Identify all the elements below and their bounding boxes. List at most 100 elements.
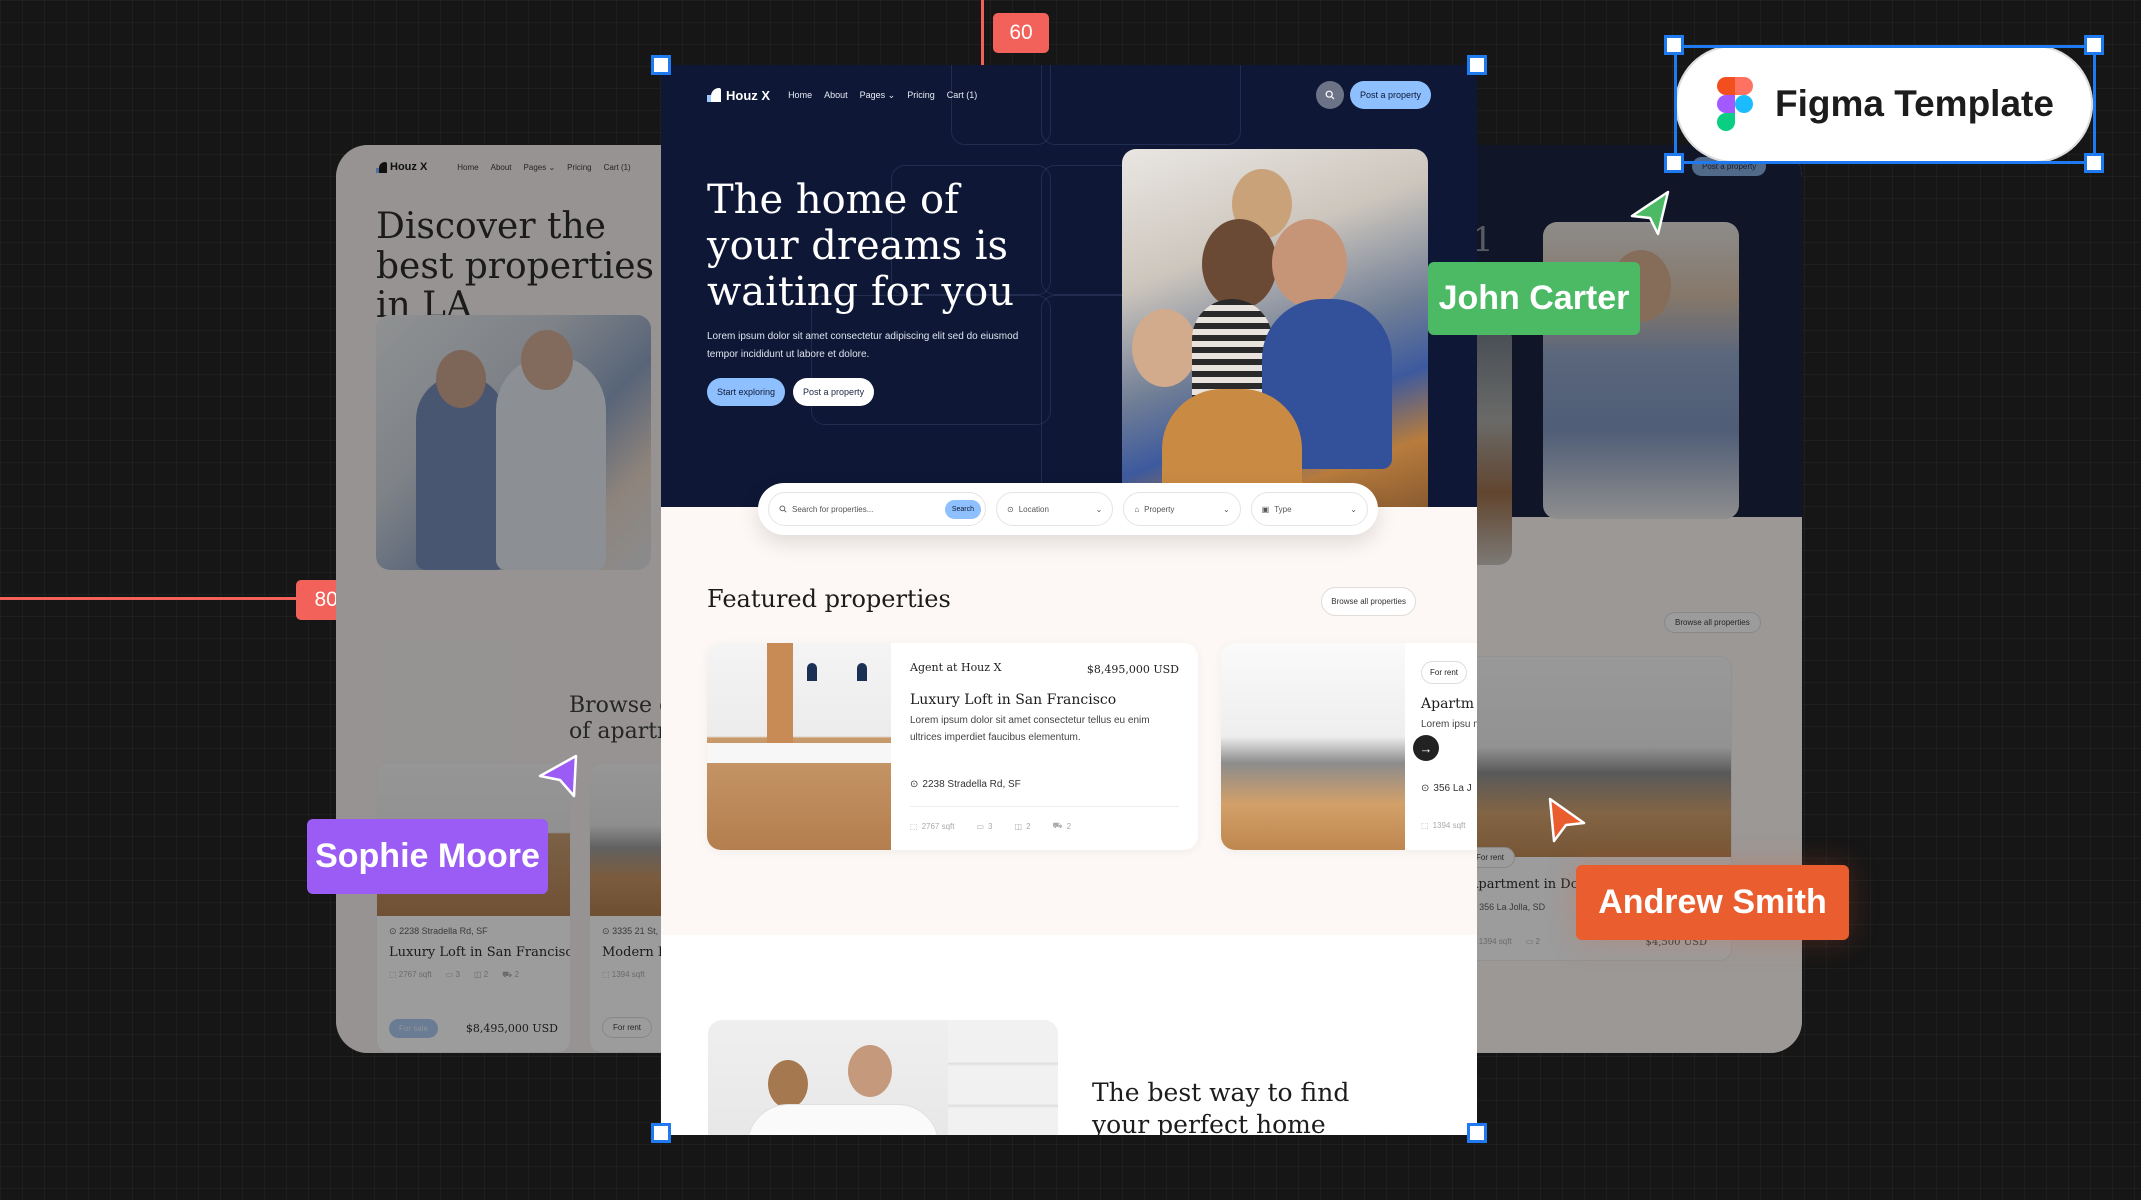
bath-icon: ◫ bbox=[1014, 821, 1023, 831]
preview-browse-all-button: Browse all properties bbox=[1664, 612, 1761, 633]
type-select-label: Type bbox=[1274, 504, 1292, 514]
search-bar: Search for properties... Search ⊙ Locati… bbox=[758, 483, 1378, 535]
figma-template-badge: Figma Template bbox=[1675, 45, 2093, 163]
main-page-frame[interactable]: Houz X Home About Pages ⌄ Pricing Cart (… bbox=[661, 65, 1477, 1135]
collaborator-label-sophie-moore: Sophie Moore bbox=[307, 819, 548, 894]
couple-dancing-photo bbox=[708, 1020, 1058, 1135]
location-pin-icon: ⊙ bbox=[910, 779, 919, 790]
chevron-down-icon: ⌄ bbox=[1350, 504, 1357, 514]
hero-section: Houz X Home About Pages ⌄ Pricing Cart (… bbox=[661, 65, 1477, 507]
nav-pages[interactable]: Pages ⌄ bbox=[860, 90, 896, 101]
collaborator-label-andrew-smith: Andrew Smith bbox=[1576, 865, 1849, 940]
bed-stat: ▭ 2 bbox=[1525, 937, 1540, 946]
search-icon bbox=[779, 505, 787, 513]
sqft-text: 1394 sqft bbox=[611, 970, 645, 979]
resize-handle-top-left[interactable] bbox=[651, 55, 671, 75]
carousel-next-button[interactable]: → bbox=[1413, 735, 1439, 761]
resize-handle-top-right[interactable] bbox=[1467, 55, 1487, 75]
home-icon: ⌂ bbox=[1134, 504, 1140, 514]
logo-mark-icon bbox=[707, 88, 721, 102]
search-input[interactable]: Search for properties... Search bbox=[768, 492, 986, 526]
post-property-nav-button[interactable]: Post a property bbox=[1349, 81, 1431, 109]
start-exploring-button[interactable]: Start exploring bbox=[707, 378, 786, 406]
preview-nav-cart: Cart (1) bbox=[603, 162, 631, 172]
chevron-down-icon: ⌄ bbox=[1095, 504, 1103, 514]
family-hero-photo bbox=[1122, 149, 1428, 507]
nav-cart[interactable]: Cart (1) bbox=[947, 90, 978, 101]
nav-about[interactable]: About bbox=[824, 90, 848, 101]
for-sale-tag: For sale bbox=[389, 1019, 438, 1038]
search-submit-button[interactable]: Search bbox=[944, 499, 981, 519]
property-address: ⊙ 2238 Stradella Rd, SF bbox=[377, 916, 570, 937]
car-icon: ⛟ bbox=[1052, 821, 1063, 830]
preview-property-card[interactable]: ⊙ 2238 Stradella Rd, SF Luxury Loft in S… bbox=[376, 763, 571, 1053]
property-price: $8,495,000 USD bbox=[465, 1022, 558, 1035]
search-placeholder: Search for properties... bbox=[792, 504, 874, 514]
preview-nav: Houz X Home About Pages ⌄ Pricing Cart (… bbox=[376, 161, 631, 173]
john-carter-cursor-icon bbox=[1630, 190, 1670, 236]
hero-title: The home of your dreams is waiting for y… bbox=[707, 177, 1014, 315]
top-nav: Houz X Home About Pages ⌄ Pricing Cart (… bbox=[707, 81, 1431, 109]
sqft-text: 2767 sqft bbox=[398, 970, 432, 979]
nav-pricing[interactable]: Pricing bbox=[907, 90, 935, 101]
bed-stat: ▭ 3 bbox=[976, 821, 992, 831]
figma-template-label: Figma Template bbox=[1775, 83, 2054, 124]
location-pin-icon: ⊙ bbox=[389, 926, 397, 936]
address-text: 3335 21 St, S bbox=[612, 926, 667, 936]
search-button[interactable] bbox=[1315, 81, 1344, 109]
resize-handle-bottom-right[interactable] bbox=[1467, 1123, 1487, 1143]
preview-nav-pages: Pages ⌄ bbox=[524, 163, 556, 172]
address-text: 2238 Stradella Rd, SF bbox=[399, 926, 488, 936]
property-card[interactable]: Agent at Houz X $8,495,000 USD Luxury Lo… bbox=[707, 643, 1198, 850]
beds-text: 3 bbox=[455, 970, 460, 979]
location-pin-icon: ⊙ bbox=[602, 926, 610, 936]
logo[interactable]: Houz X bbox=[707, 88, 770, 103]
property-description: Lorem ipsum dolor sit amet consectetur t… bbox=[910, 715, 1150, 743]
post-property-button[interactable]: Post a property bbox=[793, 378, 875, 406]
baths-text: 2 bbox=[1026, 821, 1031, 831]
browse-all-properties-button[interactable]: Browse all properties bbox=[1321, 587, 1416, 616]
address-text: 356 La Jolla, SD bbox=[1479, 902, 1546, 912]
property-address: ⊙ 2238 Stradella Rd, SF bbox=[910, 779, 1021, 790]
property-title: Luxury Loft in San Francisco bbox=[389, 945, 571, 960]
address-text: 2238 Stradella Rd, SF bbox=[922, 779, 1021, 790]
resize-handle-bottom-left[interactable] bbox=[651, 1123, 671, 1143]
property-select[interactable]: ⌂ Property ⌄ bbox=[1123, 492, 1241, 526]
badge-handle-bottom-right[interactable] bbox=[2084, 153, 2104, 173]
property-photo bbox=[1221, 643, 1405, 850]
chevron-down-icon: ⌄ bbox=[548, 162, 556, 172]
nav-pages-label: Pages bbox=[859, 89, 886, 100]
featured-properties-heading: Featured properties bbox=[707, 585, 951, 613]
nav-home[interactable]: Home bbox=[788, 90, 812, 101]
bed-stat: ▭ 3 bbox=[445, 970, 460, 979]
sqft-text: 1394 sqft bbox=[1478, 937, 1512, 946]
preview-logo: Houz X bbox=[376, 161, 427, 173]
baths-text: 2 bbox=[483, 970, 489, 979]
preview-nav-pricing: Pricing bbox=[567, 162, 592, 172]
logo-text: Houz X bbox=[726, 87, 771, 103]
beds-text: 3 bbox=[988, 821, 993, 831]
badge-handle-bottom-left[interactable] bbox=[1664, 153, 1684, 173]
type-select[interactable]: ▣ Type ⌄ bbox=[1250, 492, 1368, 526]
left-page-preview[interactable]: Houz X Home About Pages ⌄ Pricing Cart (… bbox=[336, 145, 676, 1053]
property-photo bbox=[1462, 657, 1731, 857]
logo-mark-icon bbox=[376, 161, 387, 173]
andrew-smith-cursor-icon bbox=[1548, 797, 1586, 843]
location-select[interactable]: ⊙ Location ⌄ bbox=[996, 492, 1114, 526]
badge-handle-top-left[interactable] bbox=[1664, 35, 1684, 55]
collaborator-label-john-carter: John Carter bbox=[1428, 262, 1640, 335]
arrow-right-icon: → bbox=[1419, 740, 1433, 756]
property-title[interactable]: Luxury Loft in San Francisco bbox=[910, 692, 1179, 708]
area-stat: ⬚ 2767 sqft bbox=[389, 970, 432, 979]
preview-browse-heading: Browse o of apartm bbox=[569, 693, 676, 745]
sqft-text: 1394 sqft bbox=[1432, 821, 1466, 830]
property-title[interactable]: Apartm bbox=[1421, 696, 1477, 712]
preview-headline: Discover the best properties in LA bbox=[376, 206, 654, 327]
property-address: ⊙ 356 La J bbox=[1421, 783, 1472, 794]
bath-stat: ◫ 2 bbox=[1015, 821, 1031, 831]
chevron-down-icon: ⌄ bbox=[1222, 504, 1230, 514]
badge-handle-top-right[interactable] bbox=[2084, 35, 2104, 55]
property-stats: ⬚ 2767 sqft ▭ 3 ◫ 2 ⛟ 2 bbox=[377, 960, 570, 980]
location-pin-icon: ⊙ bbox=[1421, 783, 1430, 794]
logo-text: Houz X bbox=[390, 161, 428, 173]
